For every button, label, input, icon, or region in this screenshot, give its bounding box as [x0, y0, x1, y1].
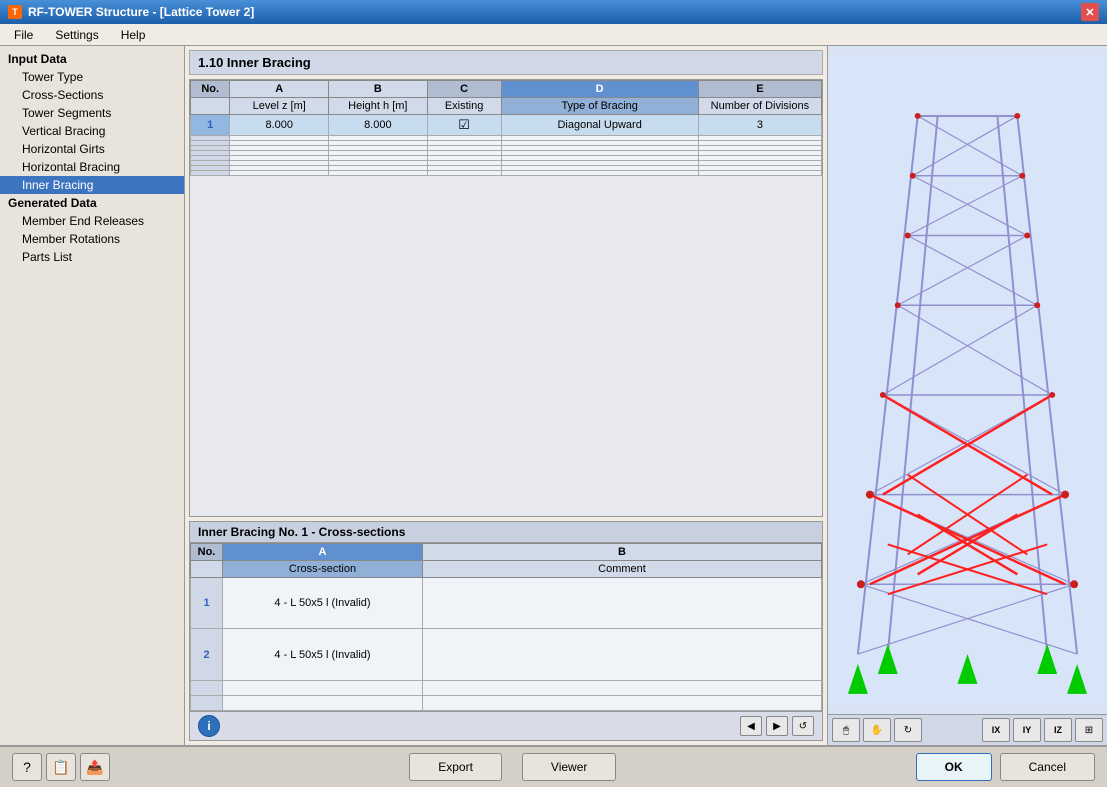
- lower-table-row-empty-1: [191, 680, 822, 695]
- viewer-canvas[interactable]: [828, 46, 1107, 714]
- table-row[interactable]: 1 8.000 8.000 ☑ Diagonal Upward 3: [191, 115, 822, 136]
- col-c-subheader: Existing: [427, 98, 501, 115]
- sidebar-item-horizontal-girts[interactable]: Horizontal Girts: [0, 140, 184, 158]
- sidebar-item-vertical-bracing[interactable]: Vertical Bracing: [0, 122, 184, 140]
- titlebar: T RF-TOWER Structure - [Lattice Tower 2]…: [0, 0, 1107, 24]
- lower-section: Inner Bracing No. 1 - Cross-sections No.…: [189, 521, 823, 741]
- col-e-header: E: [698, 81, 821, 98]
- tower-svg: [828, 46, 1107, 714]
- col-d-header: D: [501, 81, 698, 98]
- lower-row-2-no: 2: [191, 629, 223, 680]
- lower-row-1-no: 1: [191, 578, 223, 629]
- prev-button[interactable]: ◀: [740, 716, 762, 736]
- lower-row-2-cross-section[interactable]: 4 - L 50x5 l (Invalid): [223, 629, 423, 680]
- app-icon: T: [8, 5, 22, 19]
- viewer-panel: 🖱 ✋ ↻ IX IY IZ ⊞: [827, 46, 1107, 745]
- copy-button[interactable]: 📋: [46, 753, 76, 781]
- sidebar: Input Data Tower Type Cross-Sections Tow…: [0, 46, 185, 745]
- sidebar-item-tower-segments[interactable]: Tower Segments: [0, 104, 184, 122]
- row-height[interactable]: 8.000: [329, 115, 428, 136]
- col-e-subheader: Number of Divisions: [698, 98, 821, 115]
- lower-table-row-empty-2: [191, 695, 822, 710]
- lower-col-a-subheader: Cross-section: [223, 561, 423, 578]
- lower-table-nav: i ◀ ▶ ↺: [190, 711, 822, 740]
- viewer-btn-fit[interactable]: ⊞: [1075, 718, 1103, 742]
- lower-col-b-subheader: Comment: [423, 561, 822, 578]
- row-existing[interactable]: ☑: [427, 115, 501, 136]
- menu-file[interactable]: File: [4, 26, 43, 44]
- viewer-button[interactable]: Viewer: [522, 753, 616, 781]
- sidebar-section-generated: Generated Data: [0, 194, 184, 212]
- menubar: File Settings Help: [0, 24, 1107, 46]
- lower-col-no-subheader: [191, 561, 223, 578]
- lower-row-1-comment[interactable]: [423, 578, 822, 629]
- row-divisions[interactable]: 3: [698, 115, 821, 136]
- info-button[interactable]: i: [198, 715, 220, 737]
- col-no-header: No.: [191, 81, 230, 98]
- menu-help[interactable]: Help: [111, 26, 156, 44]
- sidebar-item-member-rotations[interactable]: Member Rotations: [0, 230, 184, 248]
- sidebar-section-input: Input Data: [0, 50, 184, 68]
- sidebar-item-horizontal-bracing[interactable]: Horizontal Bracing: [0, 158, 184, 176]
- content-area: 1.10 Inner Bracing No. A B C D E Level z…: [185, 46, 827, 745]
- col-d-subheader: Type of Bracing: [501, 98, 698, 115]
- lower-col-no-header: No.: [191, 544, 223, 561]
- lower-col-a-header: A: [223, 544, 423, 561]
- close-button[interactable]: ✕: [1081, 3, 1099, 21]
- viewer-btn-x[interactable]: IX: [982, 718, 1010, 742]
- col-c-header: C: [427, 81, 501, 98]
- row-no: 1: [191, 115, 230, 136]
- lower-section-header: Inner Bracing No. 1 - Cross-sections: [190, 522, 822, 543]
- sidebar-item-member-end-releases[interactable]: Member End Releases: [0, 212, 184, 230]
- viewer-btn-y[interactable]: IY: [1013, 718, 1041, 742]
- lower-row-2-comment[interactable]: [423, 629, 822, 680]
- viewer-toolbar: 🖱 ✋ ↻ IX IY IZ ⊞: [828, 714, 1107, 745]
- ok-button[interactable]: OK: [916, 753, 992, 781]
- window-title: RF-TOWER Structure - [Lattice Tower 2]: [28, 5, 254, 19]
- menu-settings[interactable]: Settings: [45, 26, 108, 44]
- viewer-btn-mouse[interactable]: 🖱: [832, 718, 860, 742]
- lower-table-row-1[interactable]: 1 4 - L 50x5 l (Invalid): [191, 578, 822, 629]
- print-button[interactable]: 📤: [80, 753, 110, 781]
- col-a-header: A: [230, 81, 329, 98]
- sidebar-item-cross-sections[interactable]: Cross-Sections: [0, 86, 184, 104]
- section-header: 1.10 Inner Bracing: [189, 50, 823, 75]
- bottom-bar: ? 📋 📤 Export Viewer OK Cancel: [0, 745, 1107, 787]
- col-b-header: B: [329, 81, 428, 98]
- upper-table: No. A B C D E Level z [m] Height h [m] E…: [190, 80, 822, 176]
- next-button[interactable]: ▶: [766, 716, 788, 736]
- lower-row-1-cross-section[interactable]: 4 - L 50x5 l (Invalid): [223, 578, 423, 629]
- col-no-subheader: [191, 98, 230, 115]
- lower-table-row-2[interactable]: 2 4 - L 50x5 l (Invalid): [191, 629, 822, 680]
- row-level[interactable]: 8.000: [230, 115, 329, 136]
- cancel-button[interactable]: Cancel: [1000, 753, 1095, 781]
- col-b-subheader: Height h [m]: [329, 98, 428, 115]
- viewer-btn-pan[interactable]: ✋: [863, 718, 891, 742]
- reset-button[interactable]: ↺: [792, 716, 814, 736]
- upper-table-area: No. A B C D E Level z [m] Height h [m] E…: [189, 79, 823, 517]
- col-a-subheader: Level z [m]: [230, 98, 329, 115]
- table-row-empty-8: [191, 171, 822, 176]
- lower-col-b-header: B: [423, 544, 822, 561]
- row-type[interactable]: Diagonal Upward: [501, 115, 698, 136]
- sidebar-item-inner-bracing[interactable]: Inner Bracing: [0, 176, 184, 194]
- help-button[interactable]: ?: [12, 753, 42, 781]
- export-button[interactable]: Export: [409, 753, 502, 781]
- sidebar-item-parts-list[interactable]: Parts List: [0, 248, 184, 266]
- viewer-btn-z[interactable]: IZ: [1044, 718, 1072, 742]
- lower-table: No. A B Cross-section Comment 1 4 - L 50…: [190, 543, 822, 711]
- viewer-btn-rotate[interactable]: ↻: [894, 718, 922, 742]
- sidebar-item-tower-type[interactable]: Tower Type: [0, 68, 184, 86]
